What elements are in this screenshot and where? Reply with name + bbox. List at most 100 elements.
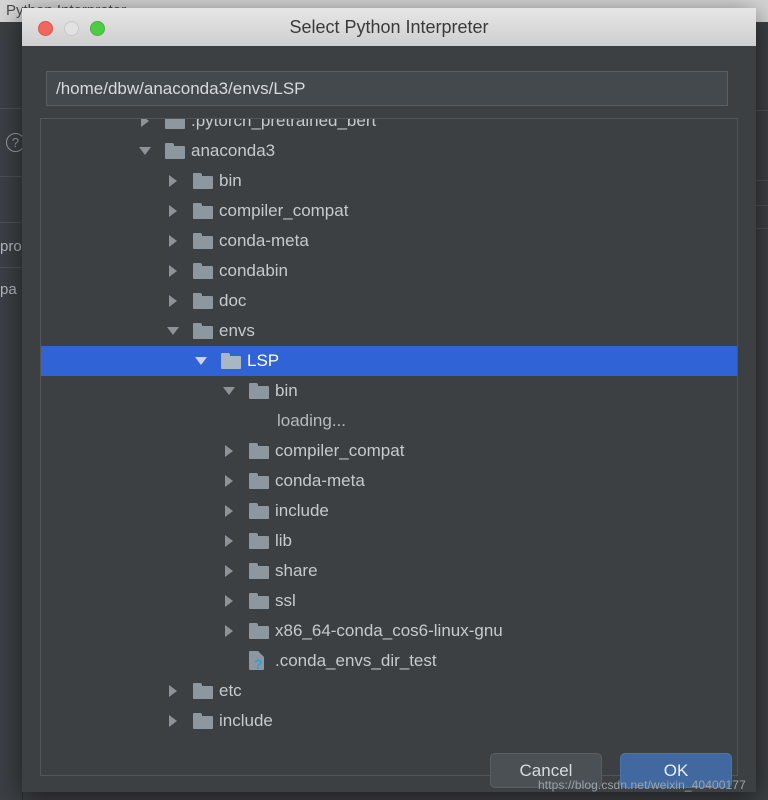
tree-row-label: compiler_compat	[275, 441, 404, 461]
folder-icon	[193, 683, 213, 699]
chevron-right-icon[interactable]	[165, 263, 181, 279]
background-divider	[756, 205, 768, 206]
screen: Python Interpreter ? pro pa Select Pytho…	[0, 0, 768, 800]
tree-row[interactable]: LSP	[41, 346, 737, 376]
background-text-fragment: pa	[0, 281, 22, 298]
tree-row[interactable]: compiler_compat	[41, 436, 737, 466]
tree-row-label: loading...	[277, 411, 346, 431]
dialog-title: Select Python Interpreter	[22, 8, 756, 46]
background-divider	[0, 176, 22, 177]
tree-row[interactable]: include	[41, 496, 737, 526]
tree-row-label: condabin	[219, 261, 288, 281]
folder-icon	[193, 173, 213, 189]
tree-row[interactable]: bin	[41, 166, 737, 196]
folder-icon	[249, 473, 269, 489]
tree-row[interactable]: bin	[41, 376, 737, 406]
tree-row[interactable]: x86_64-conda_cos6-linux-gnu	[41, 616, 737, 646]
directory-tree-panel[interactable]: .pytorch_pretrained_bert anaconda3 bin comp…	[40, 118, 738, 776]
tree-row[interactable]: doc	[41, 286, 737, 316]
tree-row[interactable]: condabin	[41, 256, 737, 286]
select-python-interpreter-dialog: Select Python Interpreter .pytorch_pretr…	[22, 8, 756, 792]
folder-icon	[193, 293, 213, 309]
chevron-right-icon[interactable]	[165, 293, 181, 309]
tree-row-label: conda-meta	[275, 471, 365, 491]
folder-icon	[193, 203, 213, 219]
folder-icon	[193, 233, 213, 249]
tree-row-label: x86_64-conda_cos6-linux-gnu	[275, 621, 503, 641]
tree-row-label: share	[275, 561, 318, 581]
tree-row[interactable]: anaconda3	[41, 136, 737, 166]
tree-row-label: anaconda3	[191, 141, 275, 161]
background-divider	[756, 110, 768, 111]
tree-row[interactable]: etc	[41, 676, 737, 706]
background-divider	[0, 267, 22, 268]
tree-row-label: LSP	[247, 351, 279, 371]
background-divider	[0, 108, 22, 109]
folder-icon	[165, 143, 185, 159]
tree-row[interactable]: lib	[41, 526, 737, 556]
folder-icon	[193, 323, 213, 339]
chevron-right-icon[interactable]	[165, 713, 181, 729]
tree-row[interactable]: ? .conda_envs_dir_test	[41, 646, 737, 676]
tree-row[interactable]: share	[41, 556, 737, 586]
tree-row-label: .conda_envs_dir_test	[275, 651, 437, 671]
tree-row-label: ssl	[275, 591, 296, 611]
chevron-right-icon[interactable]	[165, 173, 181, 189]
tree-row-label: lib	[275, 531, 292, 551]
background-text-fragment: pro	[0, 238, 22, 255]
tree-row[interactable]: compiler_compat	[41, 196, 737, 226]
tree-row[interactable]: loading...	[41, 406, 737, 436]
tree-row[interactable]: include	[41, 706, 737, 736]
background-divider	[756, 180, 768, 181]
chevron-right-icon[interactable]	[221, 443, 237, 459]
folder-icon	[249, 563, 269, 579]
tree-row[interactable]: envs	[41, 316, 737, 346]
tree-row-label: .pytorch_pretrained_bert	[191, 118, 376, 131]
folder-icon	[193, 263, 213, 279]
tree-row[interactable]: conda-meta	[41, 226, 737, 256]
chevron-down-icon[interactable]	[137, 143, 153, 159]
chevron-down-icon[interactable]	[221, 383, 237, 399]
chevron-right-icon[interactable]	[137, 118, 153, 129]
tree-row-label: envs	[219, 321, 255, 341]
chevron-right-icon[interactable]	[165, 203, 181, 219]
tree-row-label: etc	[219, 681, 242, 701]
chevron-right-icon[interactable]	[221, 623, 237, 639]
chevron-right-icon[interactable]	[221, 473, 237, 489]
tree-row-label: doc	[219, 291, 246, 311]
background-divider	[0, 222, 22, 223]
dialog-titlebar[interactable]: Select Python Interpreter	[22, 8, 756, 47]
tree-row[interactable]: conda-meta	[41, 466, 737, 496]
folder-icon	[193, 713, 213, 729]
tree-row-label: conda-meta	[219, 231, 309, 251]
tree-row-label: bin	[275, 381, 298, 401]
dialog-body: .pytorch_pretrained_bert anaconda3 bin comp…	[22, 46, 756, 792]
unknown-file-icon: ?	[249, 651, 266, 671]
tree-row-label: include	[219, 711, 273, 731]
chevron-down-icon[interactable]	[165, 323, 181, 339]
chevron-right-icon[interactable]	[221, 563, 237, 579]
tree-row-label: include	[275, 501, 329, 521]
folder-icon	[221, 353, 241, 369]
directory-tree: .pytorch_pretrained_bert anaconda3 bin comp…	[41, 119, 737, 775]
folder-icon	[249, 623, 269, 639]
tree-row[interactable]: .pytorch_pretrained_bert	[41, 118, 737, 136]
tree-row[interactable]: ssl	[41, 586, 737, 616]
folder-icon	[249, 533, 269, 549]
chevron-right-icon[interactable]	[221, 593, 237, 609]
tree-row-label: compiler_compat	[219, 201, 348, 221]
chevron-right-icon[interactable]	[221, 503, 237, 519]
interpreter-path-input[interactable]	[46, 71, 728, 106]
chevron-right-icon[interactable]	[165, 233, 181, 249]
folder-icon	[249, 593, 269, 609]
folder-icon	[249, 383, 269, 399]
folder-icon	[165, 118, 185, 129]
chevron-right-icon[interactable]	[221, 533, 237, 549]
tree-row-label: bin	[219, 171, 242, 191]
background-divider	[756, 228, 768, 229]
folder-icon	[249, 443, 269, 459]
watermark-text: https://blog.csdn.net/weixin_40400177	[538, 778, 746, 792]
folder-icon	[249, 503, 269, 519]
chevron-down-icon[interactable]	[193, 353, 209, 369]
chevron-right-icon[interactable]	[165, 683, 181, 699]
